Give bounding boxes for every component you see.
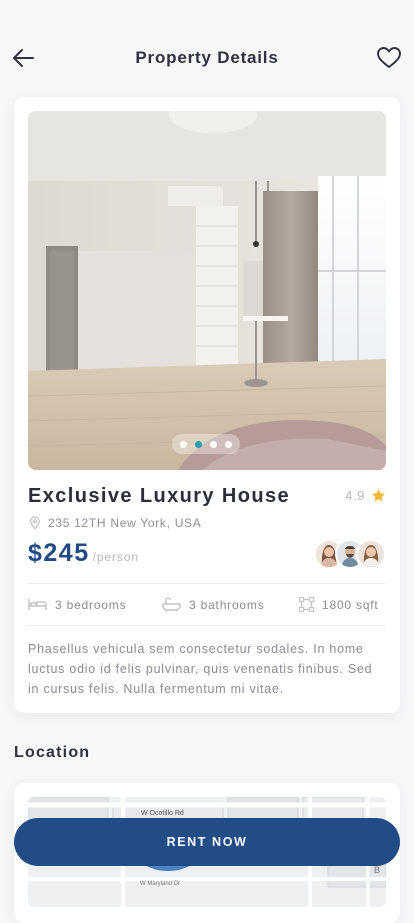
star-icon xyxy=(372,489,385,502)
bathtub-icon xyxy=(162,597,181,612)
address-text: 235 12TH New York, USA xyxy=(48,516,202,530)
rating-value: 4.9 xyxy=(345,488,365,503)
gallery-dot[interactable] xyxy=(180,440,187,448)
divider xyxy=(28,625,386,626)
feature-area: 1800 sqft xyxy=(299,597,379,612)
address: 235 12TH New York, USA xyxy=(28,516,201,530)
heart-icon[interactable] xyxy=(376,46,402,70)
property-name: Exclusive Luxury House xyxy=(28,485,291,507)
bed-icon xyxy=(28,599,47,610)
feature-label: 3 bedrooms xyxy=(55,597,127,612)
feature-bathrooms: 3 bathrooms xyxy=(162,597,265,612)
map-street-label: W Ocotillo Rd xyxy=(141,810,184,817)
header: Property Details xyxy=(0,38,414,78)
gallery-pagination xyxy=(172,434,240,454)
feature-bedrooms: 3 bedrooms xyxy=(28,597,126,612)
rating: 4.9 xyxy=(345,488,386,503)
location-pin-icon xyxy=(30,516,40,530)
gallery-dot[interactable] xyxy=(225,440,232,448)
feature-label: 1800 sqft xyxy=(322,597,379,612)
divider xyxy=(28,583,386,584)
gallery-dot[interactable] xyxy=(195,440,202,448)
feature-label: 3 bathrooms xyxy=(189,597,265,612)
property-description: Phasellus vehicula sem consectetur sodal… xyxy=(28,642,373,696)
property-photo[interactable] xyxy=(28,111,386,470)
price-unit: /person xyxy=(92,550,139,564)
rent-now-button[interactable]: RENT NOW xyxy=(14,818,400,866)
property-card: Exclusive Luxury House 4.9 235 12TH New … xyxy=(14,97,400,713)
location-heading: Location xyxy=(14,744,91,761)
map-label: B xyxy=(374,865,381,875)
page-title: Property Details xyxy=(135,48,279,67)
gallery-dot[interactable] xyxy=(210,440,217,448)
map-street-label: W Maryland Dr xyxy=(140,881,181,887)
avatar-group[interactable] xyxy=(314,539,386,569)
price: $245 /person xyxy=(28,539,139,568)
area-icon xyxy=(299,597,314,612)
avatar xyxy=(356,539,386,569)
price-amount: $245 xyxy=(28,539,90,567)
